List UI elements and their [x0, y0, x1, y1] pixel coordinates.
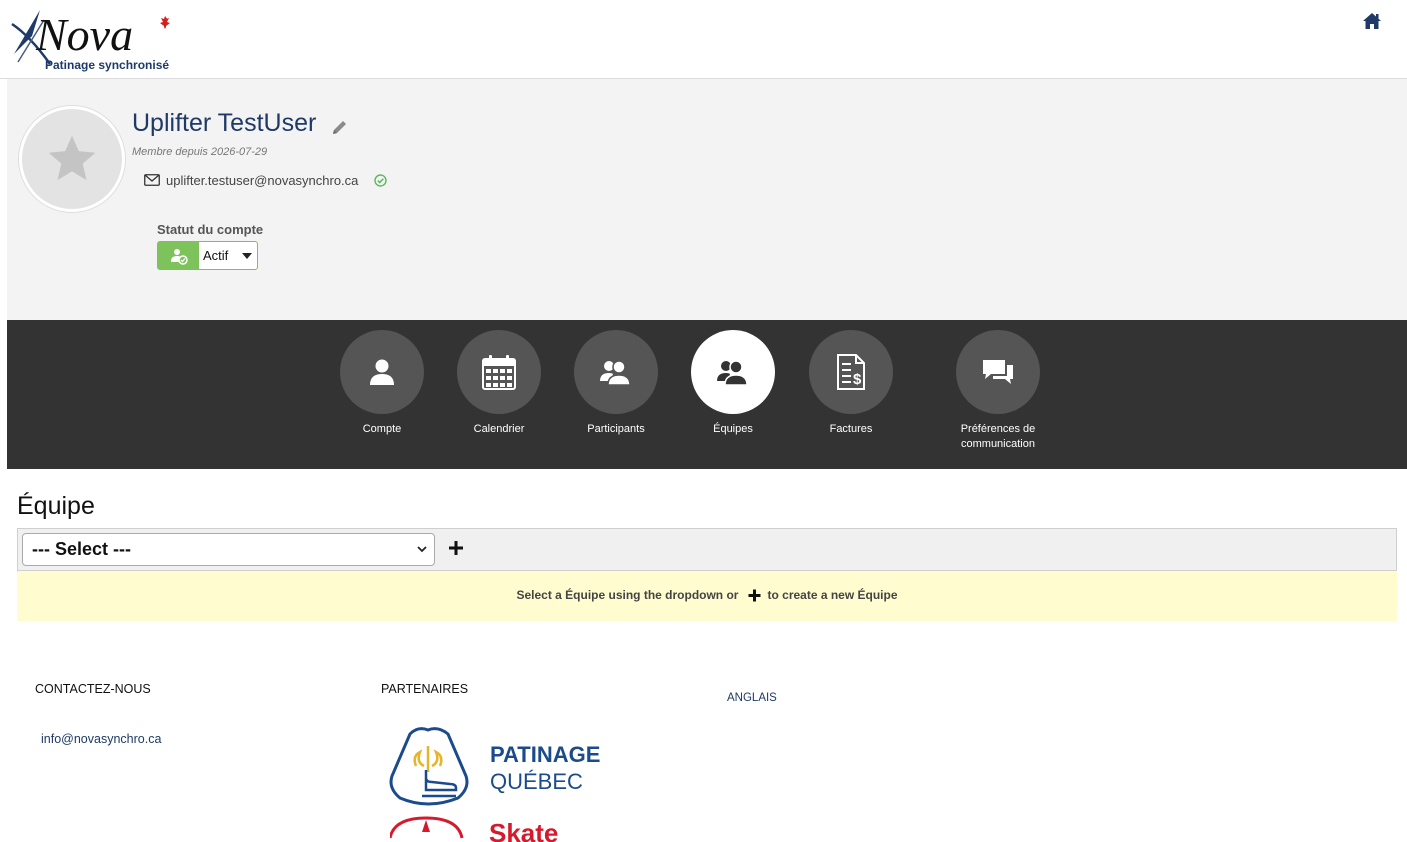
nav-label: Équipes — [713, 423, 753, 435]
team-icon — [717, 360, 748, 385]
star-icon — [48, 135, 96, 180]
patinage-quebec-logo[interactable]: PATINAGE QUÉBEC — [386, 726, 606, 808]
info-text-after: to create a new Équipe — [767, 588, 898, 602]
nav-item-factures[interactable]: $ Factures — [796, 330, 906, 437]
logo-subtitle: Patinage synchronisé — [45, 58, 170, 72]
pencil-icon[interactable] — [331, 118, 349, 136]
user-status-icon-box — [158, 242, 199, 269]
nav-item-participants[interactable]: Participants — [561, 330, 671, 437]
home-icon[interactable] — [1362, 12, 1382, 30]
account-status-dropdown[interactable]: Actif — [157, 241, 258, 270]
profile-section: Uplifter TestUser Membre depuis 2026-07-… — [7, 79, 1407, 320]
contact-heading: CONTACTEZ-NOUS — [35, 682, 151, 696]
language-link[interactable]: ANGLAIS — [727, 692, 777, 704]
nav-item-equipes[interactable]: Équipes — [678, 330, 788, 437]
site-header: Nova Patinage synchronisé — [0, 0, 1407, 79]
plus-icon — [748, 589, 761, 601]
team-info-box: Select a Équipe using the dropdown or to… — [17, 571, 1397, 621]
info-text-before: Select a Équipe using the dropdown or — [516, 588, 739, 602]
team-select-bar: --- Select --- — [17, 528, 1397, 571]
nav-label: Factures — [829, 423, 873, 435]
nav-circle — [956, 330, 1040, 414]
member-since: Membre depuis 2026-07-29 — [132, 146, 268, 158]
skate-canada-logo[interactable]: Skate — [390, 812, 590, 842]
user-email: uplifter.testuser@novasynchro.ca — [166, 172, 359, 188]
nav-circle — [340, 330, 424, 414]
account-status-label: Statut du compte — [157, 222, 264, 237]
chat-icon — [983, 360, 1013, 384]
add-team-button[interactable] — [448, 540, 464, 556]
nav-item-calendrier[interactable]: Calendrier — [444, 330, 554, 437]
svg-text:QUÉBEC: QUÉBEC — [490, 769, 583, 794]
users-icon — [600, 360, 631, 385]
svg-text:PATINAGE: PATINAGE — [490, 742, 600, 767]
chevron-down-icon — [417, 546, 427, 553]
svg-text:Nova: Nova — [35, 9, 133, 60]
svg-text:$: $ — [853, 371, 862, 388]
nav-label: Participants — [587, 423, 645, 435]
nav-item-preferences[interactable]: Préférences de communication — [943, 330, 1053, 452]
contact-email-link[interactable]: info@novasynchro.ca — [41, 732, 161, 746]
email-row: uplifter.testuser@novasynchro.ca — [144, 171, 388, 189]
caret-down-icon — [242, 253, 252, 259]
user-name: Uplifter TestUser — [132, 109, 317, 137]
envelope-icon — [144, 174, 160, 186]
team-select-value: --- Select --- — [32, 539, 131, 559]
user-icon — [370, 359, 394, 385]
team-section-title: Équipe — [17, 492, 95, 520]
nav-circle: $ — [809, 330, 893, 414]
nav-label: Compte — [362, 423, 402, 435]
nav-circle — [457, 330, 541, 414]
nav-circle — [691, 330, 775, 414]
svg-text:Skate: Skate — [489, 818, 558, 842]
partners-heading: PARTENAIRES — [381, 682, 469, 696]
team-select-dropdown[interactable]: --- Select --- — [22, 533, 435, 566]
user-check-icon — [170, 248, 188, 265]
nav-circle — [574, 330, 658, 414]
nav-label: Préférences de communication — [960, 423, 1036, 450]
invoice-icon: $ — [837, 354, 865, 390]
nav-item-compte[interactable]: Compte — [327, 330, 437, 437]
nav-label: Calendrier — [473, 423, 525, 435]
calendar-icon — [482, 355, 516, 390]
avatar[interactable] — [19, 106, 125, 212]
check-circle-icon — [374, 173, 388, 187]
account-nav-bar: Compte Calendrier Participants Équipes $… — [7, 320, 1407, 469]
account-status-value: Actif — [203, 248, 229, 263]
team-info-message: Select a Équipe using the dropdown or to… — [17, 588, 1397, 602]
